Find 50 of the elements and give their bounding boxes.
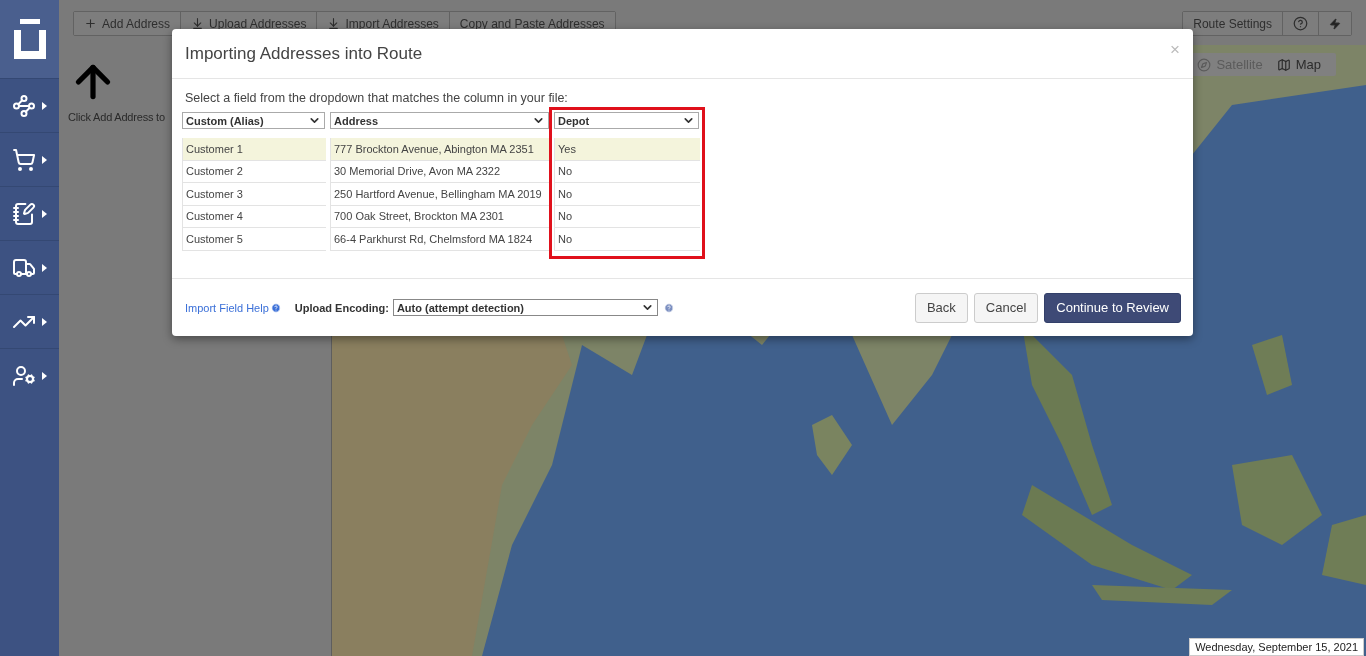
field-dropdown[interactable]: Address (330, 112, 549, 129)
table-cell: 250 Hartford Avenue, Bellingham MA 2019 (330, 183, 550, 206)
notebook-icon (12, 201, 36, 226)
user-settings-icon (12, 363, 36, 388)
dialog-button[interactable]: Cancel (973, 292, 1039, 323)
encoding-dropdown[interactable]: Auto (attempt detection) (392, 299, 658, 316)
cart-icon (12, 147, 36, 172)
encoding-label: Upload Encoding: (294, 301, 389, 314)
table-cell: Customer 1 (182, 138, 326, 161)
caret-icon (42, 155, 47, 164)
table-cell: 700 Oak Street, Brockton MA 2301 (330, 205, 550, 228)
caret-icon (42, 101, 47, 110)
field-dropdown[interactable]: Custom (Alias) (182, 112, 325, 129)
lightning-icon (1329, 17, 1341, 30)
caret-icon (42, 209, 47, 218)
table-cell: Customer 3 (182, 183, 326, 206)
table-cell: No (554, 183, 700, 206)
hint-text: Click Add Address to (68, 111, 165, 123)
table-cell: 777 Brockton Avenue, Abington MA 2351 (330, 138, 550, 161)
table-cell: No (554, 228, 700, 251)
table-cell: Customer 4 (182, 205, 326, 228)
date-label: Wednesday, September 15, 2021 (1189, 638, 1364, 656)
logo-icon[interactable] (13, 19, 46, 59)
table-cell: Customer 2 (182, 160, 326, 183)
caret-icon (42, 371, 47, 380)
download-icon (327, 17, 341, 30)
map-icon (1276, 57, 1291, 72)
table-cell: No (554, 205, 700, 228)
table-cell: Yes (554, 138, 700, 161)
dialog-button[interactable]: Back (914, 292, 968, 323)
flash-button[interactable] (1318, 12, 1351, 35)
table-cell: Customer 5 (182, 228, 326, 251)
help-icon (1293, 16, 1308, 31)
caret-icon (42, 263, 47, 272)
table-cell: 66-4 Parkhurst Rd, Chelmsford MA 1824 (330, 228, 550, 251)
plus-icon (84, 17, 97, 30)
continue-button[interactable]: Continue to Review (1044, 292, 1181, 323)
field-dropdown[interactable]: Depot (554, 112, 699, 129)
instruction-text: Select a field from the dropdown that matches the column in your file: (185, 91, 569, 105)
table-cell: 30 Memorial Drive, Avon MA 2322 (330, 160, 550, 183)
route-icon (12, 93, 36, 118)
download-icon (191, 17, 205, 30)
help-icon (270, 302, 281, 313)
help-link[interactable]: Import Field Help (185, 301, 281, 314)
caret-icon (42, 317, 47, 326)
map-type-option[interactable]: Map (1271, 57, 1326, 72)
table-cell: No (554, 160, 700, 183)
dialog-title: Importing Addresses into Route (185, 43, 423, 64)
compass-icon (1197, 57, 1212, 72)
help-icon[interactable] (663, 302, 674, 313)
